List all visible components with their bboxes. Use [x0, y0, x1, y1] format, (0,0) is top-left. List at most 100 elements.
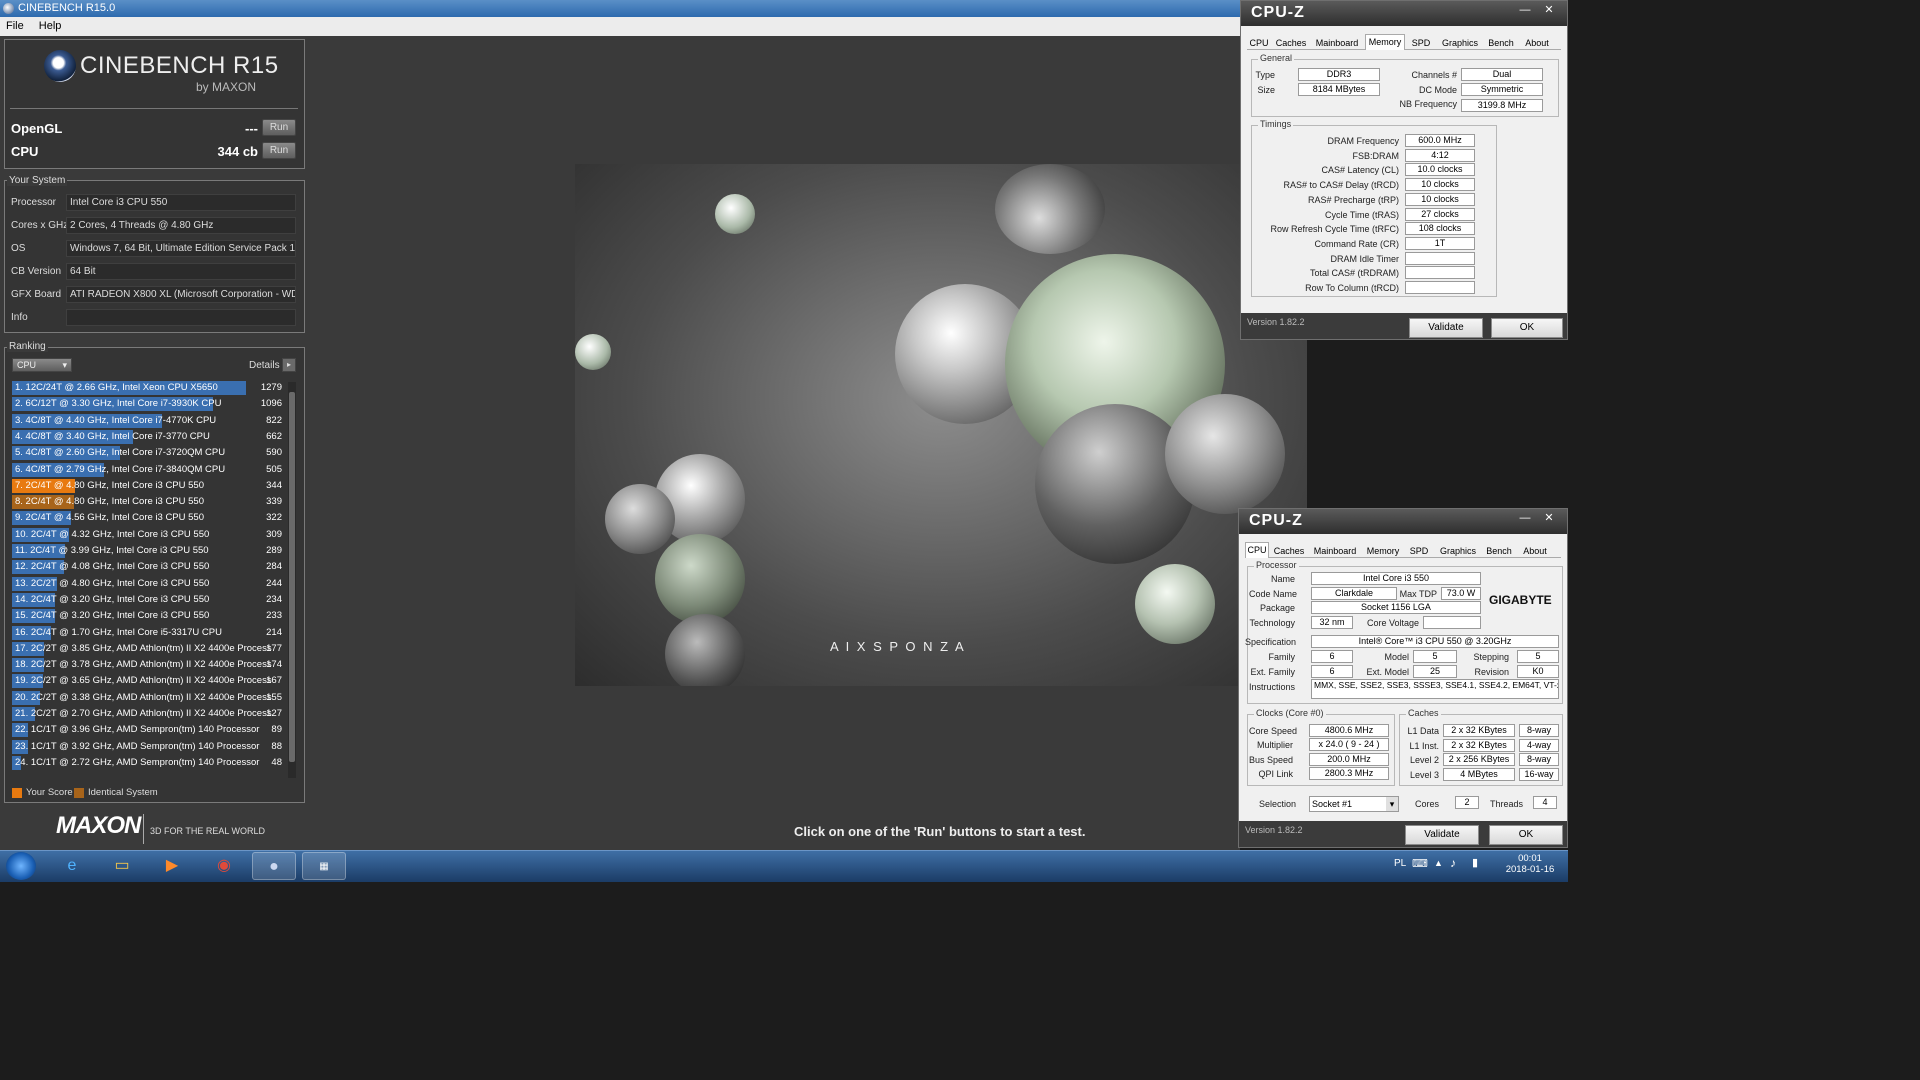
ranking-row[interactable]: 17. 2C/2T @ 3.85 GHz, AMD Athlon(tm) II …	[12, 641, 284, 657]
stepping-label: Stepping	[1473, 652, 1509, 662]
ranking-dropdown[interactable]: CPU ▾	[12, 358, 72, 372]
timing-value: 27 clocks	[1405, 207, 1475, 221]
ranking-row[interactable]: 24. 1C/1T @ 2.72 GHz, AMD Sempron(tm) 14…	[12, 755, 284, 771]
close-icon[interactable]: ✕	[1539, 512, 1559, 526]
timing-label: CAS# Latency (CL)	[1321, 165, 1399, 176]
ranking-row[interactable]: 9. 2C/4T @ 4.56 GHz, Intel Core i3 CPU 5…	[12, 510, 284, 526]
volume-icon[interactable]: ♪	[1450, 856, 1456, 870]
chrome-icon[interactable]: ◉	[202, 852, 246, 880]
internet-explorer-icon[interactable]: e	[50, 852, 94, 880]
timing-label: DRAM Frequency	[1327, 136, 1399, 146]
ok-button[interactable]: OK	[1491, 318, 1563, 338]
ranking-row[interactable]: 19. 2C/2T @ 3.65 GHz, AMD Athlon(tm) II …	[12, 673, 284, 689]
ranking-row[interactable]: 12. 2C/4T @ 4.08 GHz, Intel Core i3 CPU …	[12, 559, 284, 575]
ranking-row[interactable]: 6. 4C/8T @ 2.79 GHz, Intel Core i7-3840Q…	[12, 462, 284, 478]
ranking-score: 48	[271, 756, 282, 768]
cinebench-title: CINEBENCH R15.0	[18, 2, 116, 14]
ranking-row[interactable]: 20. 2C/2T @ 3.38 GHz, AMD Athlon(tm) II …	[12, 690, 284, 706]
selection-value: Socket #1	[1312, 799, 1353, 809]
ranking-label: 8. 2C/4T @ 4.80 GHz, Intel Core i3 CPU 5…	[15, 496, 204, 508]
ranking-row[interactable]: 23. 1C/1T @ 3.92 GHz, AMD Sempron(tm) 14…	[12, 739, 284, 755]
tab-mainboard[interactable]: Mainboard	[1309, 544, 1361, 558]
network-icon[interactable]: ▮	[1472, 856, 1478, 869]
validate-button[interactable]: Validate	[1405, 825, 1479, 845]
ok-button[interactable]: OK	[1489, 825, 1563, 845]
gigabyte-logo: GIGABYTE	[1489, 593, 1552, 607]
ranking-row[interactable]: 1. 12C/24T @ 2.66 GHz, Intel Xeon CPU X5…	[12, 380, 284, 396]
render-credit: A I X S P O N Z A	[830, 639, 966, 654]
minimize-icon[interactable]: —	[1515, 512, 1535, 526]
file-explorer-icon[interactable]: ▭	[100, 852, 144, 880]
render-sphere	[665, 614, 745, 686]
nbfreq-label: NB Frequency	[1399, 99, 1457, 109]
details-label[interactable]: Details	[249, 360, 280, 371]
tab-caches[interactable]: Caches	[1273, 36, 1309, 50]
package-value: Socket 1156 LGA	[1311, 601, 1481, 614]
ranking-score: 167	[266, 675, 282, 687]
ranking-row[interactable]: 8. 2C/4T @ 4.80 GHz, Intel Core i3 CPU 5…	[12, 494, 284, 510]
cpuz-version: Version 1.82.2	[1245, 825, 1303, 835]
ranking-row[interactable]: 21. 2C/2T @ 2.70 GHz, AMD Athlon(tm) II …	[12, 706, 284, 722]
tab-caches[interactable]: Caches	[1271, 544, 1307, 558]
opengl-run-button[interactable]: Run	[262, 119, 296, 136]
tab-memory[interactable]: Memory	[1363, 544, 1403, 558]
timing-value	[1405, 251, 1475, 265]
tab-cpu[interactable]: CPU	[1247, 36, 1271, 50]
ranking-row[interactable]: 13. 2C/2T @ 4.80 GHz, Intel Core i3 CPU …	[12, 576, 284, 592]
tab-about[interactable]: About	[1517, 544, 1553, 558]
tab-spd[interactable]: SPD	[1407, 36, 1435, 50]
validate-button[interactable]: Validate	[1409, 318, 1483, 338]
render-sphere	[655, 534, 745, 624]
tab-graphics[interactable]: Graphics	[1435, 544, 1481, 558]
menu-help[interactable]: Help	[33, 17, 68, 36]
cpu-score: 344 cb	[217, 144, 258, 159]
revision-label: Revision	[1474, 667, 1509, 677]
tab-mainboard[interactable]: Mainboard	[1311, 36, 1363, 50]
cpuz-taskbar-icon[interactable]: ▦	[302, 852, 346, 880]
tab-memory[interactable]: Memory	[1365, 34, 1405, 50]
ranking-scrollbar[interactable]	[288, 382, 296, 778]
tab-graphics[interactable]: Graphics	[1437, 36, 1483, 50]
media-player-icon[interactable]: ▶	[150, 852, 194, 880]
tab-bench[interactable]: Bench	[1485, 36, 1517, 50]
cache-label: Level 3	[1409, 769, 1439, 780]
render-sphere	[575, 334, 611, 370]
ranking-row[interactable]: 15. 2C/4T @ 3.20 GHz, Intel Core i3 CPU …	[12, 608, 284, 624]
ranking-row[interactable]: 16. 2C/4T @ 1.70 GHz, Intel Core i5-3317…	[12, 625, 284, 641]
start-button-icon[interactable]	[6, 852, 36, 880]
clock-date: 2018-01-16	[1505, 864, 1555, 875]
timing-value: 1T	[1405, 236, 1475, 250]
tab-cpu[interactable]: CPU	[1245, 542, 1269, 558]
ranking-row[interactable]: 10. 2C/4T @ 4.32 GHz, Intel Core i3 CPU …	[12, 527, 284, 543]
your-score-legend: Your Score	[26, 787, 73, 798]
menu-file[interactable]: File	[0, 17, 30, 36]
tab-bench[interactable]: Bench	[1483, 544, 1515, 558]
ranking-row[interactable]: 22. 1C/1T @ 3.96 GHz, AMD Sempron(tm) 14…	[12, 722, 284, 738]
ranking-row[interactable]: 18. 2C/2T @ 3.78 GHz, AMD Athlon(tm) II …	[12, 657, 284, 673]
cinebench-taskbar-icon[interactable]: ●	[252, 852, 296, 880]
language-indicator[interactable]: PL	[1394, 858, 1406, 869]
minimize-icon[interactable]: —	[1515, 4, 1535, 18]
corespeed-value: 4800.6 MHz	[1309, 724, 1389, 737]
ranking-row[interactable]: 5. 4C/8T @ 2.60 GHz, Intel Core i7-3720Q…	[12, 445, 284, 461]
ranking-row[interactable]: 7. 2C/4T @ 4.80 GHz, Intel Core i3 CPU 5…	[12, 478, 284, 494]
keyboard-icon[interactable]: ⌨	[1412, 857, 1428, 870]
clock[interactable]: 00:01 2018-01-16	[1500, 853, 1560, 875]
tab-spd[interactable]: SPD	[1405, 544, 1433, 558]
ranking-score: 505	[266, 463, 282, 475]
selection-dropdown[interactable]: Socket #1 ▾	[1309, 796, 1399, 812]
ranking-label: 1. 12C/24T @ 2.66 GHz, Intel Xeon CPU X5…	[15, 382, 218, 393]
details-arrow-icon[interactable]: ▸	[282, 358, 296, 372]
close-icon[interactable]: ✕	[1539, 4, 1559, 18]
ranking-row[interactable]: 4. 4C/8T @ 3.40 GHz, Intel Core i7-3770 …	[12, 429, 284, 445]
ranking-row[interactable]: 14. 2C/4T @ 3.20 GHz, Intel Core i3 CPU …	[12, 592, 284, 608]
ranking-scrollbar-thumb[interactable]	[289, 392, 295, 762]
tray-expand-icon[interactable]: ▲	[1434, 858, 1443, 868]
ranking-row[interactable]: 2. 6C/12T @ 3.30 GHz, Intel Core i7-3930…	[12, 396, 284, 412]
tab-about[interactable]: About	[1519, 36, 1555, 50]
ranking-row[interactable]: 3. 4C/8T @ 4.40 GHz, Intel Core i7-4770K…	[12, 413, 284, 429]
ranking-row[interactable]: 11. 2C/4T @ 3.99 GHz, Intel Core i3 CPU …	[12, 543, 284, 559]
ranking-label: 4. 4C/8T @ 3.40 GHz, Intel Core i7-3770 …	[15, 430, 210, 442]
ranking-score: 233	[266, 610, 282, 622]
cpu-run-button[interactable]: Run	[262, 142, 296, 159]
